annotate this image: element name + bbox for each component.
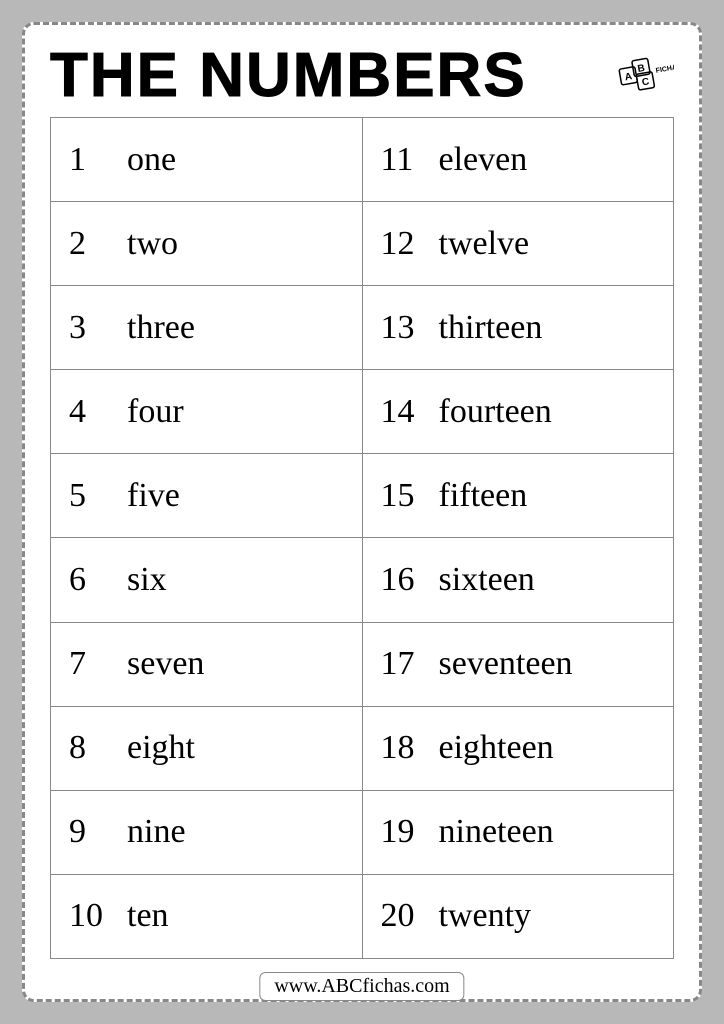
number-digit: 7: [69, 645, 109, 683]
number-word: eleven: [439, 141, 528, 179]
number-word: twenty: [439, 897, 532, 935]
number-word: ten: [127, 897, 169, 935]
table-row: 15 fifteen: [363, 454, 674, 538]
table-row: 14 fourteen: [363, 370, 674, 454]
number-digit: 13: [381, 309, 421, 347]
number-digit: 5: [69, 477, 109, 515]
svg-text:C: C: [641, 76, 650, 88]
table-row: 10 ten: [51, 875, 362, 958]
table-row: 4 four: [51, 370, 362, 454]
number-digit: 1: [69, 141, 109, 179]
table-row: 2 two: [51, 202, 362, 286]
page-title: THE NUMBERS: [50, 45, 527, 107]
number-word: fifteen: [439, 477, 528, 515]
number-digit: 20: [381, 897, 421, 935]
number-digit: 9: [69, 813, 109, 851]
table-row: 9 nine: [51, 791, 362, 875]
table-row: 17 seventeen: [363, 623, 674, 707]
table-row: 13 thirteen: [363, 286, 674, 370]
svg-text:A: A: [624, 71, 633, 83]
table-row: 16 sixteen: [363, 538, 674, 622]
table-row: 12 twelve: [363, 202, 674, 286]
numbers-table: 1 one 2 two 3 three 4 four 5 five 6 six 7 seven…: [50, 117, 674, 959]
number-digit: 19: [381, 813, 421, 851]
number-word: fourteen: [439, 393, 552, 431]
number-word: two: [127, 225, 178, 263]
number-word: six: [127, 561, 167, 599]
number-word: nine: [127, 813, 186, 851]
table-row: 19 nineteen: [363, 791, 674, 875]
right-column: 11eleven 12twelve 13thirteen 14fourteen …: [363, 118, 674, 958]
svg-text:FICHAS: FICHAS: [655, 63, 674, 74]
number-digit: 12: [381, 225, 421, 263]
number-word: eighteen: [439, 729, 554, 767]
number-digit: 15: [381, 477, 421, 515]
number-digit: 8: [69, 729, 109, 767]
number-digit: 2: [69, 225, 109, 263]
number-word: eight: [127, 729, 195, 767]
number-word: nineteen: [439, 813, 554, 851]
number-word: twelve: [439, 225, 530, 263]
number-word: seventeen: [439, 645, 573, 683]
table-row: 3 three: [51, 286, 362, 370]
number-digit: 14: [381, 393, 421, 431]
table-row: 20 twenty: [363, 875, 674, 958]
number-digit: 17: [381, 645, 421, 683]
number-digit: 10: [69, 897, 109, 935]
brand-logo-icon: A B C FICHAS: [614, 53, 674, 98]
footer-url: www.ABCfichas.com: [259, 972, 464, 1001]
number-digit: 11: [381, 141, 421, 179]
number-word: sixteen: [439, 561, 535, 599]
number-word: five: [127, 477, 180, 515]
table-row: 5 five: [51, 454, 362, 538]
table-row: 1 one: [51, 118, 362, 202]
left-column: 1 one 2 two 3 three 4 four 5 five 6 six 7 seven…: [51, 118, 363, 958]
table-row: 8 eight: [51, 707, 362, 791]
table-row: 11 eleven: [363, 118, 674, 202]
number-word: seven: [127, 645, 204, 683]
table-row: 6 six: [51, 538, 362, 622]
worksheet-page: THE NUMBERS A B C FICHAS 1 one 2 two 3 thre…: [22, 22, 702, 1002]
number-word: four: [127, 393, 184, 431]
number-digit: 4: [69, 393, 109, 431]
number-digit: 18: [381, 729, 421, 767]
number-word: three: [127, 309, 195, 347]
table-row: 7 seven: [51, 623, 362, 707]
number-digit: 6: [69, 561, 109, 599]
number-word: one: [127, 141, 176, 179]
table-row: 18 eighteen: [363, 707, 674, 791]
number-digit: 3: [69, 309, 109, 347]
header: THE NUMBERS A B C FICHAS: [50, 45, 674, 107]
number-word: thirteen: [439, 309, 543, 347]
number-digit: 16: [381, 561, 421, 599]
